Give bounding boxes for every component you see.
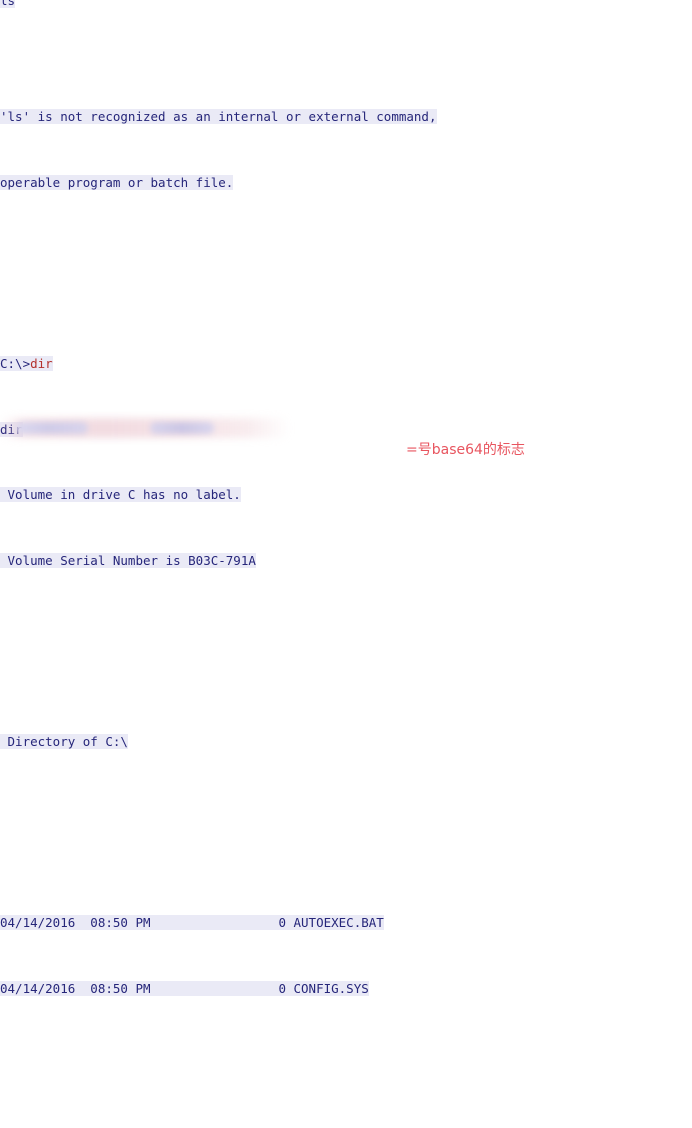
blank-line-2 bbox=[0, 619, 692, 635]
spacer-top bbox=[0, 43, 692, 59]
blank-line-4b bbox=[0, 1096, 692, 1112]
dir-row-config-text: 04/14/2016 08:50 PM 0 CONFIG.SYS bbox=[0, 980, 369, 996]
redaction-block-left bbox=[16, 422, 88, 434]
dir-row-autoexec: 04/14/2016 08:50 PM 0 AUTOEXEC.BAT bbox=[0, 915, 692, 931]
error-line-1: 'ls' is not recognized as an internal or… bbox=[0, 109, 692, 125]
blank-line-1 bbox=[0, 241, 692, 257]
blank-line-3b bbox=[0, 849, 692, 865]
terminal-screenshot: ls 'ls' is not recognized as an internal… bbox=[0, 0, 692, 996]
redaction-block-right bbox=[150, 422, 214, 434]
error-line-2: operable program or batch file. bbox=[0, 174, 692, 191]
command-line-dir: C:\>dir bbox=[0, 355, 692, 372]
volume-serial-line: Volume Serial Number is B03C-791A bbox=[0, 553, 692, 569]
blank-line-2b bbox=[0, 668, 692, 684]
blank-line-1b bbox=[0, 290, 692, 306]
dir-row-config: 04/14/2016 08:50 PM 0 CONFIG.SYS bbox=[0, 980, 692, 997]
prompt-dir: C:\> bbox=[0, 355, 31, 371]
command-dir: dir bbox=[30, 355, 53, 371]
directory-of-text: Directory of C:\ bbox=[0, 734, 128, 750]
volume-label-line: Volume in drive C has no label. bbox=[0, 487, 692, 503]
annotation-base64-marker: =号base64的标志 bbox=[406, 442, 525, 458]
blank-line-3 bbox=[0, 800, 692, 816]
dir-row-autoexec-text: 04/14/2016 08:50 PM 0 AUTOEXEC.BAT bbox=[0, 915, 384, 931]
directory-of-line: Directory of C:\ bbox=[0, 734, 692, 750]
console-output: 'ls' is not recognized as an internal or… bbox=[0, 0, 692, 1128]
volume-serial-text: Volume Serial Number is B03C-791A bbox=[0, 553, 256, 569]
volume-label-text: Volume in drive C has no label. bbox=[0, 487, 241, 503]
blank-line-4 bbox=[0, 1047, 692, 1063]
error-line-2-text: operable program or batch file. bbox=[0, 174, 234, 190]
error-line-1-text: 'ls' is not recognized as an internal or… bbox=[0, 109, 437, 125]
